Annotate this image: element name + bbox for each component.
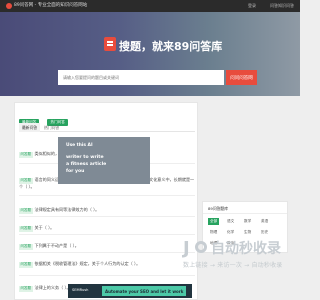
list-item[interactable]: 问答题 法律规定具有同等法律效力的（ ）。 [19, 207, 195, 214]
promo-line: a fitness article [66, 162, 107, 167]
divider [19, 234, 195, 235]
question-text[interactable]: 关于（ ）。 [35, 225, 55, 230]
watermark-title: 自动秒收录 [211, 241, 281, 257]
subject-item[interactable]: 历史 [259, 229, 270, 236]
divider [203, 213, 287, 214]
search-button[interactable]: 问问问答网 [226, 70, 257, 85]
question-badge: 问答题 [19, 152, 33, 158]
watermark-logo-icon: J [183, 238, 190, 259]
divider [19, 252, 195, 253]
question-badge: 问答题 [19, 208, 33, 214]
question-text[interactable]: 依据相关《税收管理法》规定，关于个人行为的认定（ ）。 [35, 261, 141, 266]
subject-panel-title: 89问答题库 [208, 206, 229, 211]
logo-icon[interactable] [6, 3, 12, 9]
subject-item[interactable]: 数学 [242, 218, 253, 225]
watermark-ring-icon [195, 241, 207, 253]
question-list-panel: 最新问答 热门问答 最新问答 热门问答 问答题类似相似的，相对比较（ ） 问答题… [14, 102, 198, 300]
promo-line: writer to write [66, 155, 104, 160]
tab-hot[interactable]: 热门问答 [41, 123, 62, 132]
promo-title: Use this AI [66, 143, 93, 148]
divider [19, 216, 195, 217]
question-text[interactable]: 下列属于不动产是（ ）。 [35, 243, 79, 248]
site-title[interactable]: 89问答网 - 专业全面的知识问答网站 [14, 2, 87, 8]
hero-banner: 搜题，就来89问答库 问问问答网 [0, 12, 300, 96]
promo-card[interactable]: Use this AI writer to write a fitness ar… [58, 137, 150, 184]
ad-copy[interactable]: Automate your SEO and let it work [102, 286, 186, 296]
divider [19, 195, 195, 196]
login-link[interactable]: 登录 [248, 3, 256, 9]
top-bar: 89问答网 - 专业全面的知识问答网站 登录 问答知识问答 [0, 0, 300, 12]
list-item[interactable]: 问答题 依据相关《税收管理法》规定，关于个人行为的认定（ ）。 [19, 261, 195, 268]
question-badge: 问答题 [19, 244, 33, 250]
subject-item[interactable]: 生物 [242, 229, 253, 236]
hero-headline: 搜题，就来89问答库 [119, 40, 223, 53]
search-input[interactable] [58, 70, 224, 85]
subject-item[interactable]: 英语 [259, 218, 270, 225]
watermark: J 自动秒收录 数上链接 → 来访一次 → 自动秒收录 [183, 238, 300, 273]
divider [19, 275, 195, 276]
ask-link[interactable]: 问答知识问答 [270, 3, 294, 9]
tab-bar: 最新问答 热门问答 [19, 123, 195, 132]
ad-brand: SEMRush [72, 288, 89, 292]
subject-item[interactable]: 语文 [225, 218, 236, 225]
tab-latest[interactable]: 最新问答 [19, 123, 41, 132]
question-badge: 问答题 [19, 262, 33, 268]
subject-all[interactable]: 全部 [208, 218, 220, 225]
list-item[interactable]: 问答题 关于（ ）。 [19, 225, 195, 232]
subject-item[interactable]: 化学 [225, 229, 236, 236]
question-text[interactable]: 法律规定具有同等法律效力的（ ）。 [35, 207, 100, 212]
bottom-ad-banner[interactable]: SEMRush Automate your SEO and let it wor… [68, 284, 192, 298]
question-text[interactable]: 法律上的义务（ ）。 [35, 285, 71, 290]
watermark-subtitle: 数上链接 → 来访一次 → 自动秒收录 [183, 262, 283, 269]
subject-item[interactable]: 物理 [208, 229, 219, 236]
question-badge: 问答题 [19, 286, 33, 292]
document-icon [104, 37, 116, 51]
promo-line: for you [66, 169, 85, 174]
list-item[interactable]: 问答题 下列属于不动产是（ ）。 [19, 243, 195, 250]
question-badge: 问答题 [19, 226, 33, 232]
